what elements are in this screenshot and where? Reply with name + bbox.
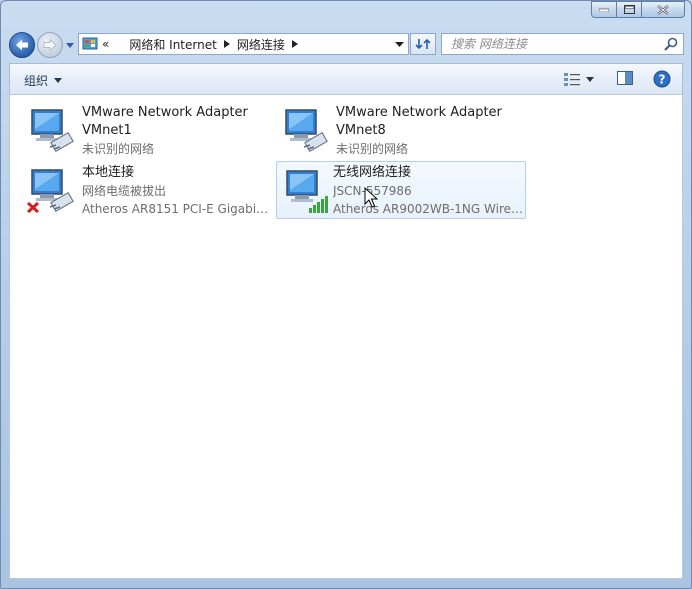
address-dropdown[interactable] — [390, 34, 408, 54]
refresh-icon — [415, 38, 431, 50]
connection-adapter-id: VMnet1 — [82, 123, 132, 138]
network-adapter-icon — [31, 109, 74, 153]
red-x-icon — [26, 201, 40, 213]
minimize-icon — [599, 8, 609, 12]
refresh-button[interactable] — [410, 33, 436, 55]
arrow-left-icon — [16, 39, 28, 51]
breadcrumb-separator-icon[interactable] — [291, 40, 298, 48]
search-icon[interactable] — [664, 37, 678, 51]
organize-button[interactable]: 组织 — [24, 72, 63, 89]
connection-status: 网络电缆被拔出 — [82, 184, 167, 198]
search-box[interactable] — [441, 33, 684, 55]
breadcrumb-network-internet[interactable]: 网络和 Internet — [129, 36, 216, 53]
preview-pane-button[interactable] — [616, 70, 636, 88]
maximize-button[interactable] — [616, 1, 642, 18]
network-adapter-icon — [286, 170, 328, 213]
help-icon: ? — [653, 70, 671, 88]
connection-wireless[interactable]: 无线网络连接 JSCN-557986 Atheros AR9002WB-1NG … — [276, 161, 526, 219]
connection-vmnet8[interactable]: VMware Network Adapter VMnet8 未识别的网络 — [276, 101, 526, 159]
organize-label: 组织 — [24, 74, 49, 88]
connections-list: VMware Network Adapter VMnet1 未识别的网络 VMw… — [9, 95, 683, 579]
connection-name: VMware Network Adapter — [82, 105, 248, 120]
connection-status: JSCN-557986 — [333, 184, 412, 198]
close-button[interactable] — [641, 1, 685, 18]
help-button[interactable]: ? — [653, 70, 671, 88]
network-adapter-icon — [285, 109, 328, 153]
recent-pages-dropdown-icon[interactable] — [65, 40, 75, 50]
maximize-icon — [623, 5, 635, 14]
mouse-cursor-icon — [364, 187, 378, 208]
chevron-down-icon — [394, 41, 404, 47]
connection-status: 未识别的网络 — [82, 142, 155, 156]
network-adapter-icon — [26, 169, 74, 213]
arrow-right-icon — [43, 39, 57, 51]
breadcrumb-overflow[interactable]: « — [102, 37, 109, 51]
chevron-down-icon — [586, 76, 594, 82]
connection-device: Atheros AR9002WB-1NG Wirel... — [333, 202, 523, 216]
forward-button[interactable] — [37, 32, 63, 58]
search-input[interactable] — [451, 36, 651, 52]
connection-status: 未识别的网络 — [336, 142, 409, 156]
connection-name: VMware Network Adapter — [336, 105, 502, 120]
details-view-icon — [564, 73, 580, 86]
explorer-window: « 网络和 Internet 网络连接 组织 — [0, 0, 692, 589]
minimize-button[interactable] — [591, 1, 617, 18]
connection-device: Atheros AR8151 PCI-E Gigabit ... — [82, 202, 272, 216]
signal-bars-icon — [309, 196, 328, 213]
command-bar: 组织 ? — [9, 63, 683, 95]
connection-vmnet1[interactable]: VMware Network Adapter VMnet1 未识别的网络 — [22, 101, 272, 159]
change-view-button[interactable] — [563, 70, 599, 88]
chevron-down-icon — [54, 78, 63, 83]
close-icon — [657, 4, 669, 15]
svg-text:?: ? — [659, 73, 666, 87]
back-button[interactable] — [9, 32, 35, 58]
address-bar[interactable]: « 网络和 Internet 网络连接 — [78, 33, 409, 55]
connection-local-area[interactable]: 本地连接 网络电缆被拔出 Atheros AR8151 PCI-E Gigabi… — [22, 161, 272, 219]
caption-buttons — [591, 1, 685, 18]
preview-pane-icon — [617, 71, 633, 85]
connection-name: 本地连接 — [82, 165, 135, 180]
control-panel-icon — [82, 37, 98, 50]
connection-name: 无线网络连接 — [333, 165, 412, 180]
breadcrumb-separator-icon[interactable] — [223, 40, 230, 48]
connection-adapter-id: VMnet8 — [336, 123, 386, 138]
breadcrumb-network-connections[interactable]: 网络连接 — [237, 36, 285, 53]
